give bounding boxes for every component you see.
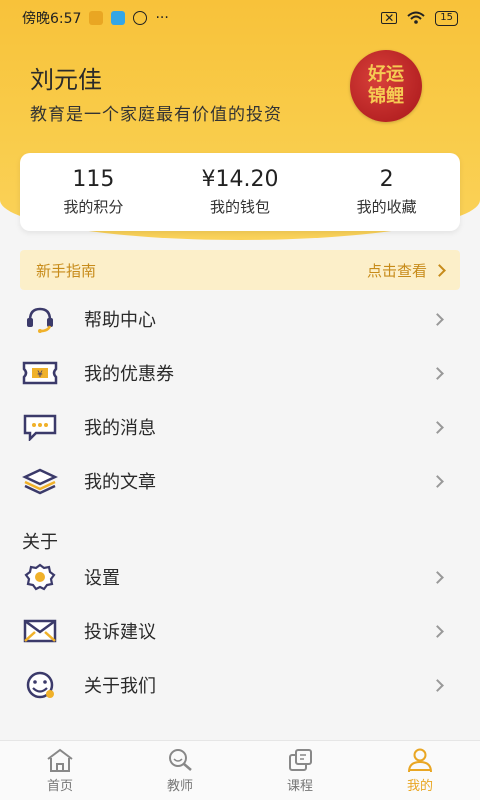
stat-wallet-label: 我的钱包: [210, 198, 271, 216]
stat-points[interactable]: 115 我的积分: [20, 153, 167, 231]
headset-icon: [22, 304, 58, 334]
assistant-icon: [133, 11, 148, 25]
chevron-right-icon: [431, 312, 444, 326]
stat-favorites-value: 2: [379, 167, 394, 192]
app-notification-icon: [111, 11, 126, 25]
no-sim-icon: ✕: [381, 12, 398, 24]
coupon-icon: ¥: [22, 358, 58, 388]
tab-courses-label: 课程: [286, 779, 313, 794]
beginner-guide-banner[interactable]: 新手指南 点击查看: [20, 250, 460, 290]
tab-home-label: 首页: [46, 779, 73, 794]
course-icon: [289, 749, 312, 771]
menu-item-messages[interactable]: 我的消息: [0, 400, 480, 454]
guide-view-link[interactable]: 点击查看: [366, 260, 446, 281]
stats-card: 115 我的积分 ¥14.20 我的钱包 2 我的收藏: [20, 153, 460, 231]
profile-icon: [408, 748, 432, 773]
menu-label-about-us: 关于我们: [84, 676, 156, 697]
wifi-icon: [407, 11, 425, 24]
upload-icon: [89, 11, 104, 25]
menu-item-settings[interactable]: 设置: [0, 550, 480, 604]
tab-teachers-label: 教师: [166, 779, 193, 794]
guide-label: 新手指南: [36, 261, 97, 280]
chevron-right-icon: [431, 570, 444, 584]
chevron-right-icon: [431, 366, 444, 380]
user-motto: 教育是一个家庭最有价值的投资: [30, 105, 282, 125]
menu-label-help-center: 帮助中心: [84, 310, 156, 331]
layers-icon: [22, 466, 58, 496]
avatar-text-line-1: 好运: [368, 64, 404, 85]
menu-label-feedback: 投诉建议: [84, 622, 156, 643]
stat-points-value: 115: [72, 167, 115, 192]
bottom-tab-bar: 首页 教师 课程 我的: [0, 740, 480, 800]
mail-icon: [22, 616, 58, 646]
stat-points-label: 我的积分: [63, 198, 124, 216]
avatar-text-line-2: 锦鲤: [368, 86, 404, 107]
stat-wallet-value: ¥14.20: [201, 167, 279, 192]
menu-item-feedback[interactable]: 投诉建议: [0, 604, 480, 658]
tab-home[interactable]: 首页: [0, 741, 120, 800]
menu-item-about-us[interactable]: 关于我们: [0, 658, 480, 712]
teacher-icon: [169, 749, 192, 771]
chevron-right-icon: [431, 420, 444, 434]
avatar[interactable]: 好运 锦鲤: [350, 50, 422, 122]
user-name: 刘元佳: [30, 66, 102, 94]
more-icon: ···: [155, 10, 169, 26]
chevron-right-icon: [431, 624, 444, 638]
menu-label-settings: 设置: [84, 568, 120, 589]
battery-indicator: 15: [435, 10, 458, 26]
home-icon: [47, 748, 73, 772]
tab-profile[interactable]: 我的: [360, 741, 480, 800]
status-bar: 傍晚6:57 ··· ✕ 15: [0, 0, 480, 36]
chevron-right-icon: [433, 263, 446, 277]
message-icon: [22, 412, 58, 442]
tab-teachers[interactable]: 教师: [120, 741, 240, 800]
stat-favorites-label: 我的收藏: [356, 198, 417, 216]
menu-label-messages: 我的消息: [84, 418, 156, 439]
svg-text:¥: ¥: [37, 370, 43, 380]
tab-courses[interactable]: 课程: [240, 741, 360, 800]
tab-profile-label: 我的: [406, 779, 433, 794]
settings-icon: [22, 562, 58, 592]
smiley-icon: [22, 670, 58, 700]
stat-favorites[interactable]: 2 我的收藏: [313, 153, 460, 231]
menu-item-articles[interactable]: 我的文章: [0, 454, 480, 508]
menu-item-coupons[interactable]: ¥ 我的优惠券: [0, 346, 480, 400]
menu-label-articles: 我的文章: [84, 472, 156, 493]
chevron-right-icon: [431, 678, 444, 692]
stat-wallet[interactable]: ¥14.20 我的钱包: [167, 153, 314, 231]
menu-item-help-center[interactable]: 帮助中心: [0, 292, 480, 346]
status-time: 傍晚6:57: [22, 11, 82, 27]
guide-link-text: 点击查看: [366, 261, 427, 280]
chevron-right-icon: [431, 474, 444, 488]
menu-label-coupons: 我的优惠券: [84, 364, 174, 385]
